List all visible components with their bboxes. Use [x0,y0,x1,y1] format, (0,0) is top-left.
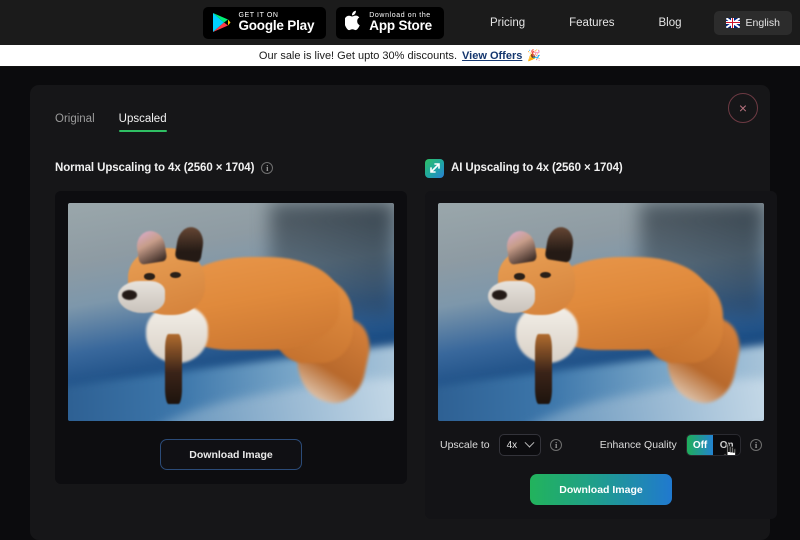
enhance-info-icon[interactable]: i [750,439,762,451]
ai-panel-title: AI Upscaling to 4x (2560 × 1704) [451,162,623,174]
normal-panel-info-icon[interactable]: i [261,162,274,174]
ai-controls-row: Upscale to 4x i Enhance Quality Off On i [438,434,764,456]
ai-upscaled-image [438,203,764,421]
ai-download-row: Download Image [438,474,764,505]
download-image-button-normal[interactable]: Download Image [160,439,302,470]
upscale-to-label: Upscale to [440,439,490,451]
tab-upscaled[interactable]: Upscaled [118,113,167,132]
ai-panel-header: AI Upscaling to 4x (2560 × 1704) [425,157,777,179]
tab-original[interactable]: Original [55,113,95,132]
top-header: GET IT ON Google Play Download on the Ap… [0,0,800,45]
toggle-option-on[interactable]: On [713,435,740,455]
toggle-option-off[interactable]: Off [686,435,714,455]
apple-icon [344,10,362,36]
party-popper-icon: 🎉 [527,50,542,62]
normal-upscaled-image [68,203,394,421]
upscale-modal: × Original Upscaled Normal Upscaling to … [30,85,777,540]
download-image-button-ai[interactable]: Download Image [530,474,672,505]
language-label: English [745,16,780,29]
nav-link-blog[interactable]: Blog [637,9,704,37]
google-play-badge[interactable]: GET IT ON Google Play [203,6,327,39]
normal-panel-header: Normal Upscaling to 4x (2560 × 1704) i [55,157,407,179]
normal-upscaling-panel: Normal Upscaling to 4x (2560 × 1704) i D… [55,157,407,519]
store-badges: GET IT ON Google Play Download on the Ap… [203,6,792,39]
ai-upscaling-panel: AI Upscaling to 4x (2560 × 1704) Upscale… [425,157,777,519]
upscale-factor-value: 4x [506,439,518,451]
page-body: × Original Upscaled Normal Upscaling to … [0,68,800,540]
nav-link-features[interactable]: Features [547,9,636,37]
upscale-factor-select[interactable]: 4x [498,434,542,456]
google-play-icon [212,12,231,33]
chevron-down-icon [524,437,535,448]
app-store-badge-bottom: App Store [369,18,432,34]
upscale-info-icon[interactable]: i [550,439,563,451]
normal-download-row: Download Image [68,439,394,470]
comparison-panels: Normal Upscaling to 4x (2560 × 1704) i D… [55,157,777,519]
result-tabs: Original Upscaled [55,113,167,132]
normal-panel-body: Download Image [55,191,407,484]
sale-banner-text: Our sale is live! Get upto 30% discounts… [258,49,458,62]
ai-panel-body: Upscale to 4x i Enhance Quality Off On i… [425,191,777,519]
view-offers-link[interactable]: View Offers [462,50,522,62]
close-icon[interactable]: × [728,93,758,123]
google-play-badge-bottom: Google Play [238,18,315,34]
uk-flag-icon [725,17,740,28]
normal-panel-title: Normal Upscaling to 4x (2560 × 1704) [55,162,255,174]
nav-link-pricing[interactable]: Pricing [468,9,547,37]
language-selector[interactable]: English [713,10,792,35]
enhance-quality-label: Enhance Quality [599,439,677,451]
ai-upscale-icon [425,158,444,178]
app-store-badge[interactable]: Download on the App Store [336,6,444,39]
enhance-quality-toggle[interactable]: Off On [685,434,741,456]
primary-nav: Pricing Features Blog [468,9,704,37]
sale-banner: Our sale is live! Get upto 30% discounts… [0,45,800,67]
